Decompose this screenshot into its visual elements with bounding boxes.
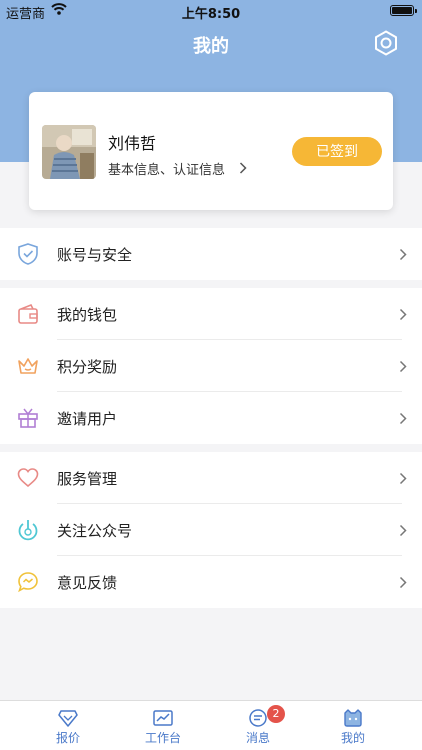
chevron-right-icon (399, 360, 407, 373)
settings-hexagon-icon[interactable] (373, 30, 399, 56)
menu-item-follow[interactable]: 关注公众号 (0, 504, 422, 556)
menu-item-feedback[interactable]: 意见反馈 (0, 556, 422, 608)
chevron-right-icon (399, 248, 407, 261)
diamond-icon (58, 710, 78, 727)
shield-icon (18, 243, 38, 265)
menu-item-label: 意见反馈 (57, 574, 118, 592)
tab-workbench[interactable]: 工作台 (113, 701, 213, 750)
gift-icon (18, 408, 38, 428)
heart-icon (17, 468, 39, 488)
profile-info-link[interactable]: 基本信息、认证信息 (108, 159, 225, 178)
menu-group-account: 账号与安全 (0, 228, 422, 280)
message-icon (249, 709, 267, 727)
profile-card: 刘伟哲 基本信息、认证信息 已签到 (29, 92, 393, 210)
avatar[interactable] (42, 125, 96, 179)
menu-item-label: 我的钱包 (57, 306, 118, 324)
chevron-right-icon[interactable] (239, 162, 247, 174)
battery-icon (390, 5, 417, 16)
chat-bubble-icon (18, 572, 38, 593)
menu-item-label: 服务管理 (57, 470, 118, 488)
chevron-right-icon (399, 308, 407, 321)
menu-item-label: 关注公众号 (57, 522, 133, 540)
wallet-icon (18, 303, 38, 324)
crown-icon (18, 358, 38, 374)
user-name: 刘伟哲 (108, 134, 157, 153)
chevron-right-icon (399, 472, 407, 485)
status-time: 上午8:50 (181, 7, 241, 22)
page-title: 我的 (193, 36, 229, 57)
cat-face-icon (344, 709, 362, 727)
power-icon (18, 520, 38, 541)
menu-item-account-security[interactable]: 账号与安全 (0, 228, 422, 280)
menu-group-wallet: 我的钱包 积分奖励 邀请用户 (0, 288, 422, 444)
chart-icon (153, 710, 173, 726)
menu-item-wallet[interactable]: 我的钱包 (0, 288, 422, 340)
menu-item-points[interactable]: 积分奖励 (0, 340, 422, 392)
status-bar: 运营商 上午8:50 (0, 0, 422, 22)
checkin-button[interactable]: 已签到 (292, 137, 382, 166)
menu-item-label: 邀请用户 (57, 410, 118, 428)
chevron-right-icon (399, 524, 407, 537)
tab-label: 我的 (340, 731, 365, 745)
menu-item-invite[interactable]: 邀请用户 (0, 392, 422, 444)
menu-item-label: 积分奖励 (57, 358, 118, 376)
tab-label: 消息 (245, 731, 270, 745)
tab-quote[interactable]: 报价 (18, 701, 118, 750)
menu-group-service: 服务管理 关注公众号 意见反馈 (0, 452, 422, 608)
tab-mine[interactable]: 我的 (303, 701, 403, 750)
chevron-right-icon (399, 576, 407, 589)
chevron-right-icon (399, 412, 407, 425)
tab-label: 工作台 (144, 731, 181, 745)
tab-messages[interactable]: 2 消息 (208, 701, 308, 750)
unread-badge: 2 (267, 705, 285, 723)
tab-bar: 报价 工作台 2 消息 我的 (0, 700, 422, 750)
menu-item-label: 账号与安全 (57, 246, 133, 264)
tab-label: 报价 (55, 731, 80, 745)
menu-item-service[interactable]: 服务管理 (0, 452, 422, 504)
